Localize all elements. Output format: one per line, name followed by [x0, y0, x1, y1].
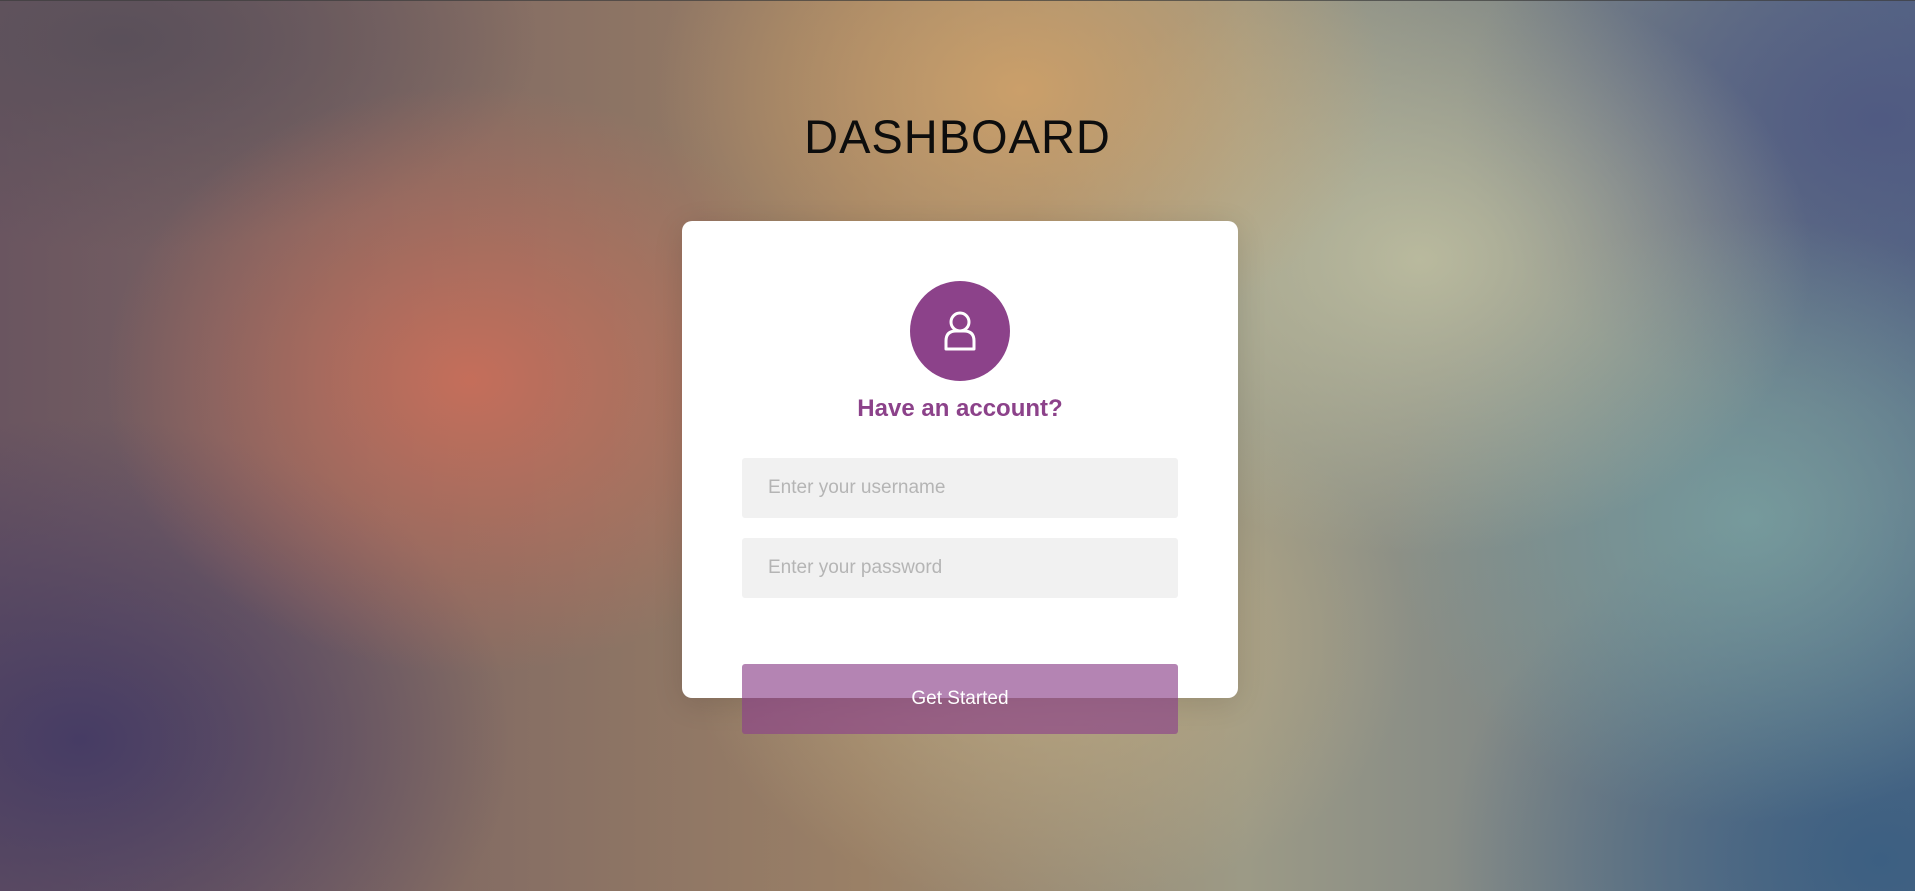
- top-border: [0, 0, 1915, 1]
- user-icon: [944, 311, 976, 351]
- get-started-label: Get Started: [911, 688, 1009, 709]
- avatar: [910, 281, 1010, 381]
- username-input[interactable]: [742, 458, 1178, 518]
- password-input[interactable]: [742, 538, 1178, 598]
- get-started-button[interactable]: Get Started: [742, 664, 1178, 734]
- login-heading: Have an account?: [857, 395, 1063, 422]
- login-card: Have an account?: [682, 221, 1238, 698]
- page-title: DASHBOARD: [804, 110, 1111, 163]
